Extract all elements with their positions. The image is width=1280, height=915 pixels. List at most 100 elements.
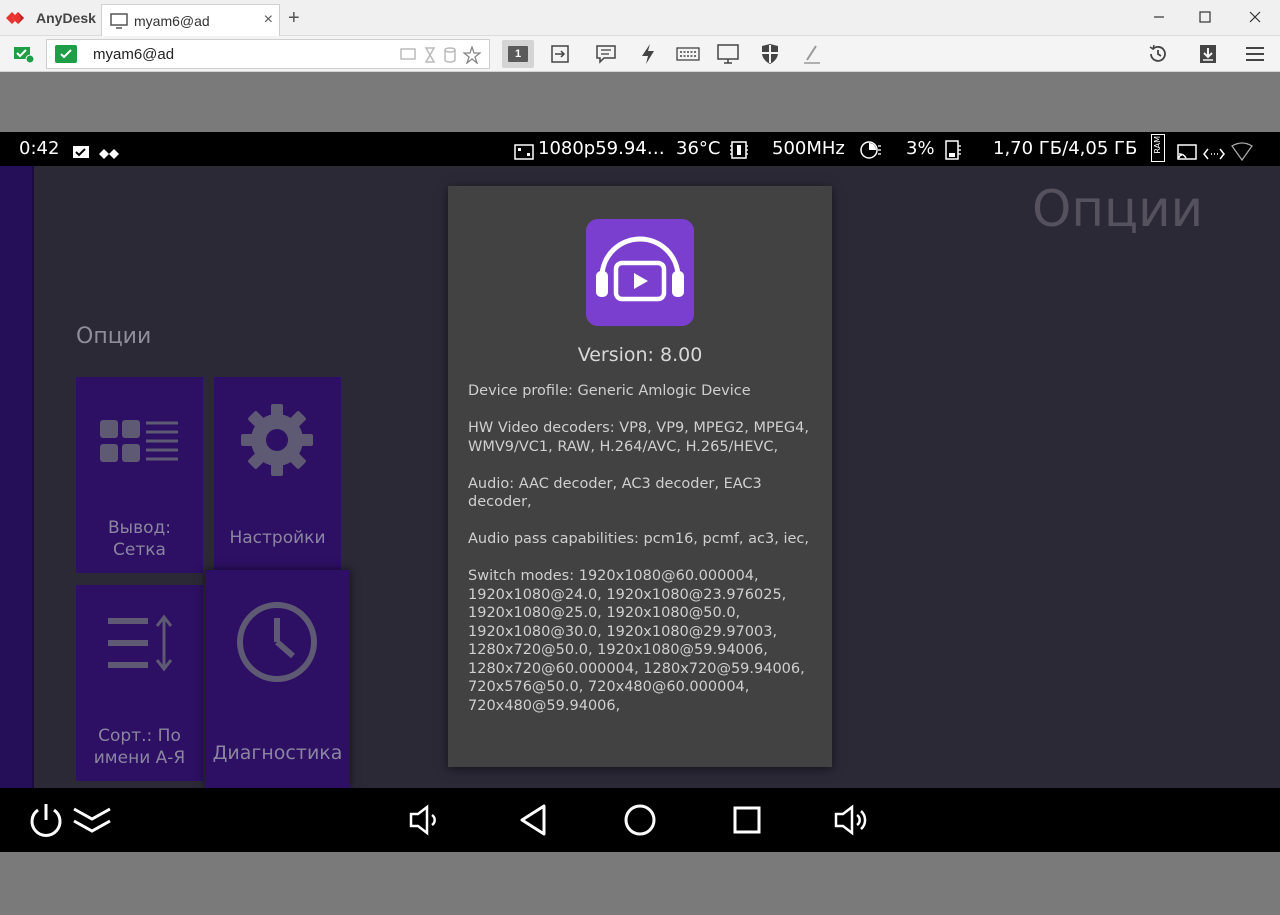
maximize-button[interactable] [1194,6,1216,28]
power-icon [30,804,62,837]
tile-output-grid[interactable]: Вывод: Сетка [76,377,203,573]
minimize-button[interactable] [1148,6,1170,28]
cpu-gauge-icon [860,141,881,159]
monitor-icon [110,12,128,29]
device-profile-text: Device profile: Generic Amlogic Device [468,383,751,399]
power-button[interactable] [26,800,66,840]
grid-list-icon [100,420,178,462]
favorite-star-icon[interactable] [463,46,481,64]
keyboard-icon [676,47,700,61]
tile-settings-label: Настройки [229,528,326,548]
sort-icon [108,614,173,672]
cpu-load-readout: 3% [906,138,935,159]
resolution-readout: 1080p59.94… [538,138,665,159]
remote-control-icon [99,149,119,159]
install-button[interactable] [1196,42,1220,66]
side-panel-strip[interactable] [0,166,34,788]
connected-monitor-icon [55,45,77,63]
wifi-icon [1231,142,1253,162]
android-status-bar: 0:42 1080p59.94… 36°C 500MHz 3% 1,70 ГБ/… [0,132,1280,166]
history-button[interactable] [1146,42,1170,66]
hourglass-icon[interactable] [421,46,439,64]
permissions-shield-icon [762,44,778,64]
brand[interactable]: AnyDesk [6,6,96,30]
tile-sort-by-name[interactable]: Сорт.: По имени А-Я [76,585,203,781]
actions-button[interactable] [636,42,660,66]
volume-down-button[interactable] [404,800,444,840]
app-logo [586,219,694,326]
tile-sort-label: Сорт.: По имени А-Я [93,726,186,768]
transfer-button[interactable] [548,42,572,66]
ethernet-arrows-icon [1203,148,1225,160]
ram-label: RAM [1153,136,1162,154]
whiteboard-pen-icon [804,45,820,64]
remote-screen[interactable]: 0:42 1080p59.94… 36°C 500MHz 3% 1,70 ГБ/… [0,132,1280,852]
remote-screen-icon[interactable] [399,46,417,64]
tab-close-button[interactable]: × [264,12,273,28]
switch-modes-text: Switch modes: 1920x1080@60.000004, 1920x… [468,568,805,714]
cpu-frequency-readout: 500MHz [772,138,845,159]
transfer-icon [551,45,569,63]
android-nav-bar [0,788,1280,852]
view-monitor-icon [717,44,739,64]
recents-button[interactable] [727,800,767,840]
main-menu-button[interactable] [1243,42,1267,66]
notification-check-icon [73,146,89,158]
menu-icon [1246,47,1264,61]
clock-icon [237,602,317,682]
address-bar[interactable]: myam6@ad [46,39,490,69]
cast-icon [1177,144,1197,160]
display-select-button[interactable]: 1 [502,40,534,68]
keyboard-button[interactable] [676,42,700,66]
temperature-readout: 36°C [676,138,721,159]
volume-up-button[interactable] [832,800,872,840]
collapse-chevrons-icon [73,807,111,833]
connection-status-button[interactable] [12,42,36,66]
chat-icon [596,45,616,64]
collapse-button[interactable] [72,800,112,840]
section-label: Опции [76,324,152,349]
permissions-button[interactable] [758,42,782,66]
anydesk-logo-icon [6,12,24,24]
memory-readout: 1,70 ГБ/4,05 ГБ [993,138,1138,159]
gear-icon [241,404,313,476]
whiteboard-button[interactable] [800,42,824,66]
cpu-temp-icon [730,141,748,159]
home-icon [624,804,656,836]
clock: 0:42 [19,138,60,159]
chat-button[interactable] [594,42,618,66]
address-input[interactable]: myam6@ad [93,46,174,63]
display-select-icon: 1 [508,46,528,62]
new-tab-button[interactable]: + [288,8,300,28]
back-button[interactable] [514,800,554,840]
device-info: Device profile: Generic Amlogic Device H… [468,382,818,734]
tile-diagnostics[interactable]: Диагностика [205,570,350,788]
about-dialog: Version: 8.00 Device profile: Generic Am… [448,186,832,767]
history-icon [1149,44,1166,62]
tile-output-label: Вывод: Сетка [108,518,171,560]
maximize-icon [1199,11,1211,23]
connection-status-icon [14,47,35,64]
audio-pass-text: Audio pass capabilities: pcm16, pcmf, ac… [468,531,809,547]
ram-icon: RAM [1151,134,1165,162]
minimize-icon [1154,16,1164,18]
volume-up-icon [834,804,867,836]
view-button[interactable] [716,42,740,66]
install-icon [1200,45,1216,63]
viewport-margin [0,852,1280,915]
headphones-play-icon [596,236,684,302]
database-icon[interactable] [441,46,459,64]
back-icon [520,804,546,836]
toolbar: myam6@ad 1 [0,36,1280,72]
version-text: Version: 8.00 [577,344,703,366]
volume-down-icon [409,804,436,836]
close-icon [1249,11,1261,23]
tile-diagnostics-label: Диагностика [212,742,343,764]
tile-settings[interactable]: Настройки [214,377,341,573]
hw-decoders-text: HW Video decoders: VP8, VP9, MPEG2, MPEG… [468,420,809,455]
resolution-frame-icon [514,144,534,160]
actions-lightning-icon [642,44,654,64]
close-window-button[interactable] [1244,6,1266,28]
home-button[interactable] [620,800,660,840]
tab-session[interactable]: myam6@ad × [101,4,280,36]
